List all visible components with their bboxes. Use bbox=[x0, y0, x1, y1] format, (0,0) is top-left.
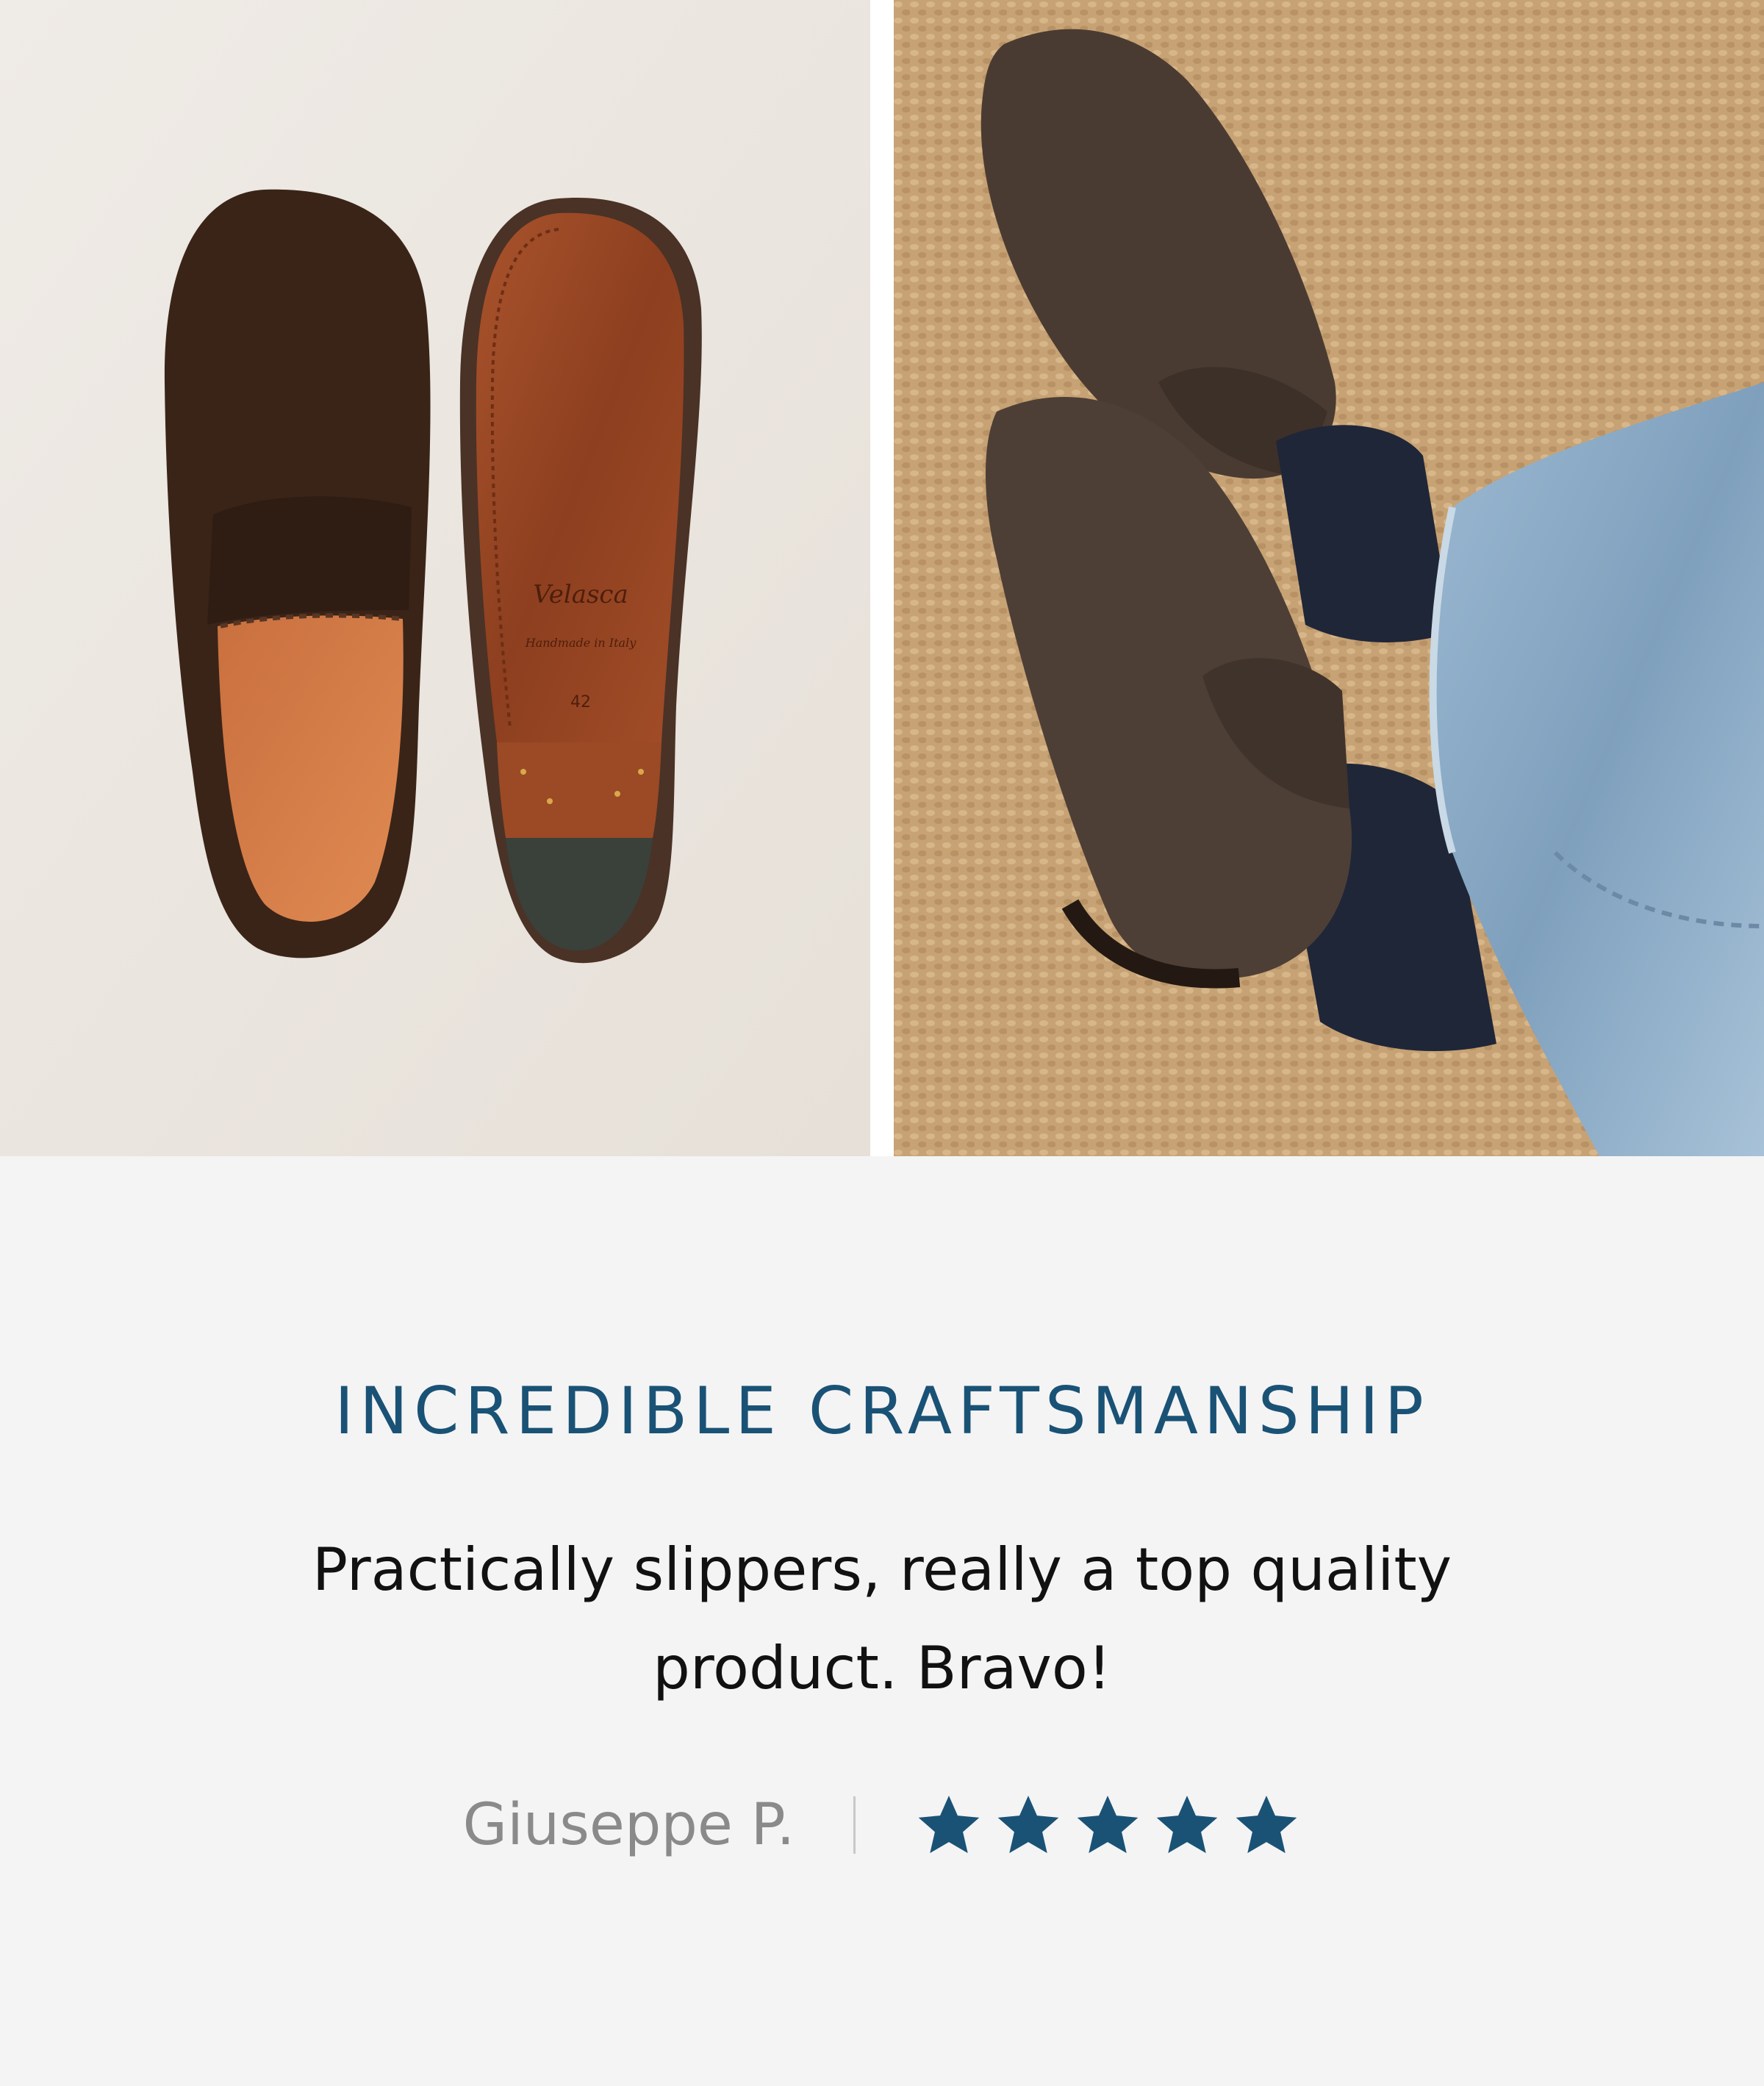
review-meta: Giuseppe P. bbox=[0, 1781, 1764, 1869]
loafers-worn-illustration bbox=[894, 0, 1764, 1156]
image-gallery: Velasca Handmade in Italy 42 bbox=[0, 0, 1764, 1156]
star-icon bbox=[998, 1796, 1059, 1854]
sole-origin-stamp: Handmade in Italy bbox=[525, 636, 637, 650]
star-icon bbox=[1236, 1796, 1297, 1854]
customer-review: INCREDIBLE CRAFTSMANSHIP Practically sli… bbox=[0, 1156, 1764, 2086]
loafers-top-view-illustration: Velasca Handmade in Italy 42 bbox=[0, 0, 870, 1156]
star-icon bbox=[919, 1796, 980, 1854]
star-icon bbox=[1078, 1796, 1139, 1854]
meta-divider bbox=[853, 1796, 856, 1854]
star-rating bbox=[914, 1791, 1301, 1860]
star-icon bbox=[1157, 1796, 1218, 1854]
lifestyle-photo bbox=[894, 0, 1764, 1156]
sole-size-stamp: 42 bbox=[570, 693, 591, 712]
sole-brand-stamp: Velasca bbox=[533, 580, 628, 609]
reviewer-name: Giuseppe P. bbox=[462, 1792, 795, 1858]
review-body: Practically slippers, really a top quali… bbox=[312, 1535, 1452, 1702]
review-title: INCREDIBLE CRAFTSMANSHIP bbox=[334, 1373, 1430, 1449]
product-photo-top-view: Velasca Handmade in Italy 42 bbox=[0, 0, 870, 1156]
